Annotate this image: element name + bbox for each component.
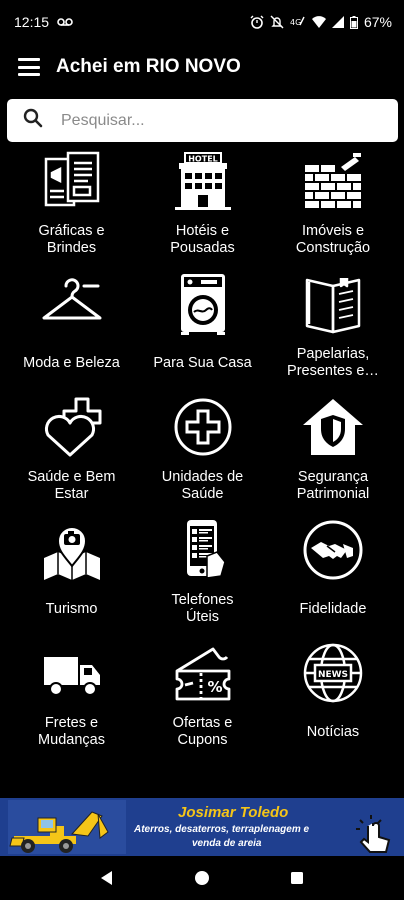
svg-text:4G: 4G <box>290 18 301 27</box>
mute-icon <box>270 15 284 29</box>
category-seguranca[interactable]: Segurança Patrimonial <box>268 392 398 515</box>
back-icon[interactable] <box>98 869 116 887</box>
brick-wall-icon <box>298 148 368 214</box>
signal-icon <box>331 16 344 28</box>
open-book-icon <box>298 271 368 337</box>
category-label: Turismo <box>45 600 98 617</box>
map-camera-icon <box>37 517 107 583</box>
alarm-icon <box>250 15 264 29</box>
category-papelarias[interactable]: Papelarias, Presentes e… <box>268 269 398 392</box>
page-title: Achei em RIO NOVO <box>56 56 241 77</box>
status-bar: 12:15 4G 67% <box>0 0 404 44</box>
handshake-icon <box>298 517 368 583</box>
category-label: Telefones Úteis <box>171 592 234 625</box>
truck-icon <box>37 640 107 706</box>
status-time: 12:15 <box>14 14 50 30</box>
excavator-icon <box>8 800 126 856</box>
category-label: Fretes e Mudanças <box>38 715 105 748</box>
svg-text:NEWS: NEWS <box>318 670 348 680</box>
discount-ticket-icon: % <box>168 640 238 706</box>
phone-directory-icon <box>168 517 238 583</box>
app-bar: Achei em RIO NOVO <box>0 44 404 90</box>
category-label: Imóveis e Construção <box>295 223 371 256</box>
voicemail-icon <box>57 14 73 30</box>
category-label: Para Sua Casa <box>153 354 252 371</box>
category-turismo[interactable]: Turismo <box>6 515 137 638</box>
category-noticias[interactable]: NEWS Notícias <box>268 638 398 761</box>
category-label: Hotéis e Pousadas <box>170 223 235 256</box>
category-label: Ofertas e Cupons <box>172 715 233 748</box>
category-label: Notícias <box>306 723 360 740</box>
category-ofertas[interactable]: % Ofertas e Cupons <box>137 638 268 761</box>
category-saude-bem-estar[interactable]: Saúde e Bem Estar <box>6 392 137 515</box>
system-nav-bar <box>0 856 404 900</box>
category-para-sua-casa[interactable]: Para Sua Casa <box>137 269 268 392</box>
category-label: Gráficas e Brindes <box>38 223 105 256</box>
category-moda[interactable]: Moda e Beleza <box>6 269 137 392</box>
wifi-icon <box>311 16 326 28</box>
search-icon <box>23 108 61 133</box>
hotel-icon: HOTEL <box>168 148 238 214</box>
category-telefones[interactable]: Telefones Úteis <box>137 515 268 638</box>
heart-cross-icon <box>37 394 107 460</box>
banner-title: Josimar Toledo <box>178 804 289 821</box>
home-icon[interactable] <box>193 869 211 887</box>
category-label: Moda e Beleza <box>23 354 120 371</box>
category-grid: Gráficas e Brindes HOTEL Hotéis e Pousad… <box>6 146 398 798</box>
category-label: Papelarias, Presentes e… <box>287 346 379 379</box>
category-label: Fidelidade <box>299 600 367 617</box>
wifi-calling-icon: 4G <box>290 15 306 29</box>
category-fidelidade[interactable]: Fidelidade <box>268 515 398 638</box>
washing-machine-icon <box>168 271 238 337</box>
search-bar[interactable] <box>7 99 398 142</box>
search-input[interactable] <box>61 111 361 130</box>
printing-brochure-icon <box>37 148 107 214</box>
recents-icon[interactable] <box>288 869 306 887</box>
svg-text:%: % <box>207 678 222 696</box>
category-label: Saúde e Bem Estar <box>27 469 116 502</box>
category-graficas[interactable]: Gráficas e Brindes <box>6 146 137 269</box>
category-label: Segurança Patrimonial <box>296 469 370 502</box>
category-fretes[interactable]: Fretes e Mudanças <box>6 638 137 761</box>
category-unidades-saude[interactable]: Unidades de Saúde <box>137 392 268 515</box>
home-shield-icon <box>298 394 368 460</box>
tap-hand-icon <box>354 814 394 856</box>
battery-icon <box>349 15 358 29</box>
category-imoveis[interactable]: Imóveis e Construção <box>268 146 398 269</box>
battery-level: 67% <box>363 14 392 30</box>
banner-description-line1: Aterros, desaterros, terraplenagem e <box>134 824 310 835</box>
hamburger-menu-icon[interactable] <box>18 58 40 76</box>
hanger-icon <box>37 271 107 337</box>
advertisement-banner[interactable]: Josimar Toledo Aterros, desaterros, terr… <box>0 798 404 856</box>
category-label: Unidades de Saúde <box>161 469 244 502</box>
banner-description-line2: venda de areia <box>192 838 262 849</box>
news-globe-icon: NEWS <box>298 640 368 706</box>
medical-cross-icon <box>168 394 238 460</box>
category-hoteis[interactable]: HOTEL Hotéis e Pousadas <box>137 146 268 269</box>
svg-text:HOTEL: HOTEL <box>188 155 218 164</box>
